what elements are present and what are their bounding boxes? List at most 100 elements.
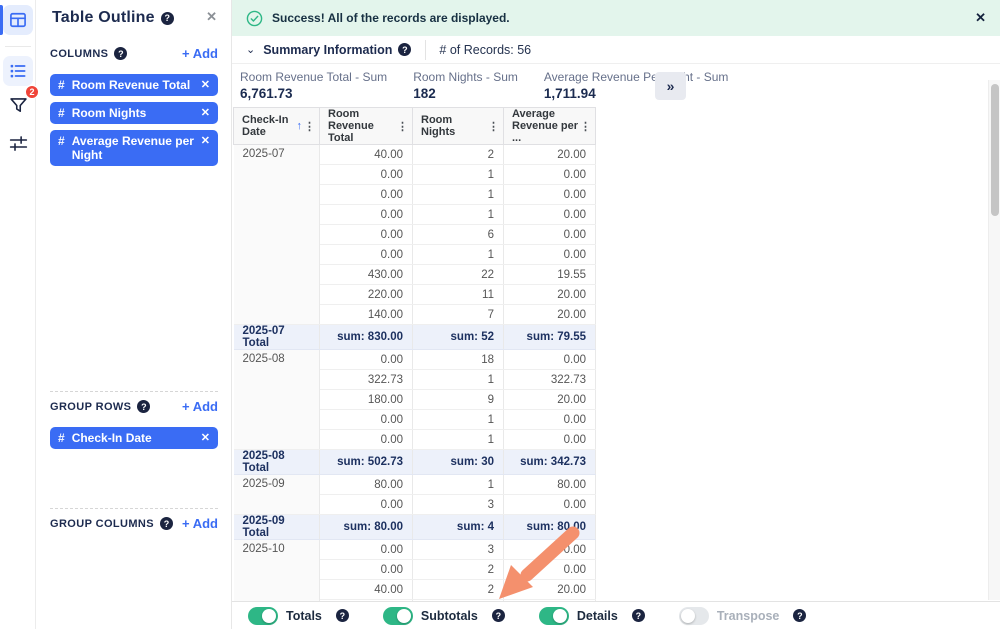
rail-separator	[5, 46, 31, 47]
value-cell: 140.00	[320, 305, 413, 325]
toggle-switch[interactable]	[679, 607, 709, 625]
column-header[interactable]: Check-In Date↑⋮	[234, 108, 320, 145]
value-cell: 0.00	[504, 410, 596, 430]
expand-stats-button[interactable]: »	[655, 72, 686, 100]
value-cell: 0.00	[320, 410, 413, 430]
table-row: 2025-080.00180.00	[234, 350, 596, 370]
toggle-help-icon[interactable]: ?	[793, 609, 806, 622]
remove-field-icon[interactable]: ✕	[201, 431, 210, 445]
value-cell: 80.00	[504, 475, 596, 495]
value-cell: 0.00	[320, 185, 413, 205]
summary-title[interactable]: Summary Information	[263, 43, 392, 57]
field-chip-label: Average Revenue per Night	[72, 134, 195, 162]
table-row: 2025-0980.00180.00	[234, 475, 596, 495]
field-chip[interactable]: #Average Revenue per Night✕	[50, 130, 218, 166]
field-chip-label: Room Nights	[72, 106, 195, 120]
subtotal-value-cell: sum: 80.00	[320, 515, 413, 540]
subtotals-toggle[interactable]: Subtotals?	[383, 607, 505, 625]
add-field-button[interactable]: + Add	[182, 399, 218, 414]
subtotal-value-cell: sum: 502.73	[320, 450, 413, 475]
data-grid: Check-In Date↑⋮Room Revenue Total⋮Room N…	[233, 107, 596, 601]
value-cell: 80.00	[320, 475, 413, 495]
remove-field-icon[interactable]: ✕	[201, 106, 210, 120]
column-header-label: Average Revenue per ...	[512, 108, 580, 144]
value-cell: 0.00	[504, 205, 596, 225]
toggle-knob	[681, 609, 695, 623]
value-cell: 20.00	[504, 580, 596, 600]
value-cell: 0.00	[504, 225, 596, 245]
add-field-button[interactable]: + Add	[182, 516, 218, 531]
subtotal-row: 2025-08 Totalsum: 502.73sum: 30sum: 342.…	[234, 450, 596, 475]
panel-section-group-columns: GROUP COLUMNS? + Add	[50, 508, 218, 544]
column-header[interactable]: Room Revenue Total⋮	[320, 108, 413, 145]
subtotal-value-cell: sum: 342.73	[504, 450, 596, 475]
value-cell: 1	[413, 410, 504, 430]
subtotal-value-cell: sum: 52	[413, 325, 504, 350]
table-view-button[interactable]	[3, 5, 33, 35]
toggle-help-icon[interactable]: ?	[492, 609, 505, 622]
group-label-cell: 2025-08	[234, 350, 320, 450]
field-chip-label: Check-In Date	[72, 431, 195, 445]
remove-field-icon[interactable]: ✕	[201, 78, 210, 92]
add-field-button[interactable]: + Add	[182, 46, 218, 61]
subtotal-value-cell: sum: 80.00	[504, 515, 596, 540]
summary-stats-row: Room Revenue Total - Sum6,761.73Room Nig…	[232, 64, 1000, 106]
subtotal-label-cell: 2025-08 Total	[234, 450, 320, 475]
toggle-knob	[397, 609, 411, 623]
value-cell: 0.00	[320, 205, 413, 225]
column-header[interactable]: Average Revenue per ...⋮	[504, 108, 596, 145]
section-help-icon[interactable]: ?	[160, 517, 173, 530]
totals-toggle[interactable]: Totals?	[248, 607, 349, 625]
help-icon[interactable]: ?	[161, 12, 174, 25]
transpose-toggle[interactable]: Transpose?	[679, 607, 807, 625]
column-menu-icon[interactable]: ⋮	[488, 120, 499, 133]
toggle-label: Totals	[286, 609, 322, 623]
success-banner: Success! All of the records are displaye…	[232, 0, 1000, 36]
section-label: GROUP COLUMNS	[50, 518, 154, 530]
subtotal-label-cell: 2025-09 Total	[234, 515, 320, 540]
vertical-scrollbar[interactable]	[988, 80, 1000, 600]
toggle-help-icon[interactable]: ?	[632, 609, 645, 622]
toggle-switch[interactable]	[383, 607, 413, 625]
value-cell: 20.00	[504, 390, 596, 410]
value-cell: 0.00	[504, 185, 596, 205]
value-cell: 0.00	[320, 350, 413, 370]
summary-help-icon[interactable]: ?	[398, 43, 411, 56]
value-cell: 0.00	[320, 540, 413, 560]
banner-message: Success! All of the records are displaye…	[272, 11, 510, 25]
value-cell: 1	[413, 185, 504, 205]
table-grid-icon	[8, 10, 28, 30]
records-count: # of Records: 56	[439, 43, 531, 57]
column-menu-icon[interactable]: ⋮	[304, 120, 315, 133]
field-chip[interactable]: #Room Nights✕	[50, 102, 218, 124]
value-cell: 19.55	[504, 265, 596, 285]
toggle-help-icon[interactable]: ?	[336, 609, 349, 622]
sort-ascending-icon[interactable]: ↑	[297, 120, 303, 132]
table-outline-panel: Table Outline ? ✕ COLUMNS?+ Add#Room Rev…	[36, 0, 232, 629]
value-cell: 0.00	[504, 245, 596, 265]
value-cell: 40.00	[320, 580, 413, 600]
column-menu-icon[interactable]: ⋮	[397, 120, 408, 133]
column-header[interactable]: Room Nights⋮	[413, 108, 504, 145]
settings-sliders-button[interactable]	[3, 128, 33, 158]
value-cell: 40.00	[320, 145, 413, 165]
scrollbar-thumb[interactable]	[991, 84, 999, 216]
table-row: 2025-100.0030.00	[234, 540, 596, 560]
remove-field-icon[interactable]: ✕	[201, 134, 210, 148]
toggle-switch[interactable]	[248, 607, 278, 625]
subtotal-row: 2025-09 Totalsum: 80.00sum: 4sum: 80.00	[234, 515, 596, 540]
value-cell: 7	[413, 305, 504, 325]
table-outline-button[interactable]	[3, 56, 33, 86]
banner-close-icon[interactable]: ✕	[975, 10, 986, 26]
value-cell: 1	[413, 370, 504, 390]
field-chip[interactable]: #Room Revenue Total✕	[50, 74, 218, 96]
close-panel-icon[interactable]: ✕	[206, 9, 217, 25]
column-menu-icon[interactable]: ⋮	[580, 120, 591, 133]
field-chip[interactable]: #Check-In Date✕	[50, 427, 218, 449]
collapse-chevron-icon[interactable]: ⌄	[246, 46, 255, 54]
section-help-icon[interactable]: ?	[137, 400, 150, 413]
filters-button[interactable]: 2	[3, 90, 33, 120]
section-help-icon[interactable]: ?	[114, 47, 127, 60]
toggle-switch[interactable]	[539, 607, 569, 625]
details-toggle[interactable]: Details?	[539, 607, 645, 625]
